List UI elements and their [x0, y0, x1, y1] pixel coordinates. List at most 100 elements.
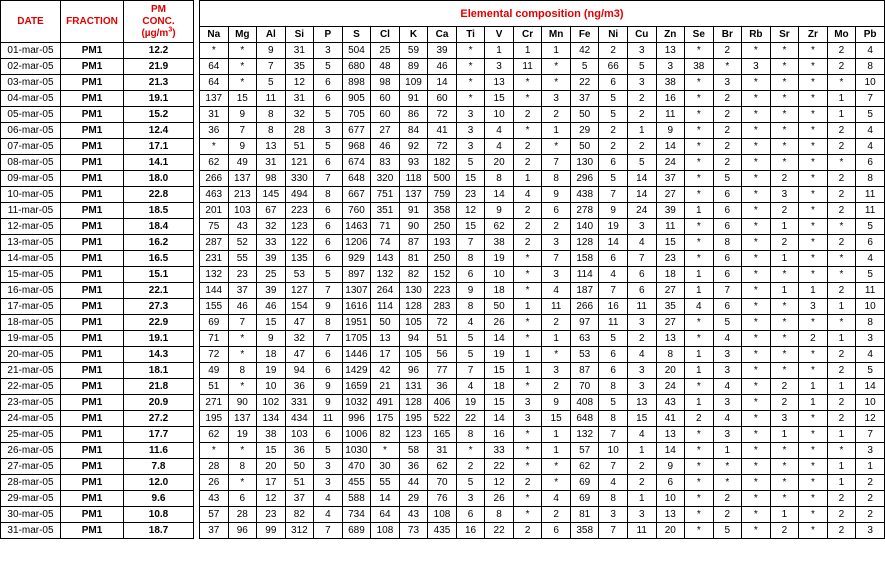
- element-value-cell: 358: [569, 522, 600, 539]
- element-value-cell: 6: [313, 250, 343, 267]
- element-value-cell: 4: [855, 250, 885, 267]
- table-row: 10-mar-05 PM1 22.8: [0, 186, 194, 203]
- element-value-cell: 35: [284, 58, 315, 75]
- element-value-cell: 82: [284, 506, 315, 523]
- fraction-cell: PM1: [60, 42, 124, 59]
- pm-conc-cell: 19.1: [123, 90, 194, 107]
- element-value-cell: 36: [427, 378, 457, 395]
- pm-conc-cell: 22.1: [123, 282, 194, 299]
- element-value-cell: 33: [256, 234, 286, 251]
- element-value-cell: 38: [684, 58, 714, 75]
- pm-conc-cell: 18.5: [123, 202, 194, 219]
- element-value-cell: 128: [398, 394, 429, 411]
- element-value-cell: 4: [712, 330, 743, 347]
- element-value-cell: *: [684, 458, 714, 475]
- element-value-cell: 35: [655, 298, 686, 315]
- table-row: 15-mar-05 PM1 15.1: [0, 266, 194, 283]
- element-value-cell: 14: [855, 378, 885, 395]
- element-value-cell: 4: [541, 282, 571, 299]
- element-value-cell: 2: [512, 522, 543, 539]
- element-value-cell: *: [769, 442, 800, 459]
- element-value-cell: 648: [569, 410, 600, 427]
- element-value-cell: 46: [427, 58, 457, 75]
- element-value-cell: *: [684, 42, 714, 59]
- element-value-cell: 137: [398, 186, 429, 203]
- pm-unit-prefix: (µg/m: [141, 27, 169, 39]
- element-value-cell: 1: [826, 330, 857, 347]
- element-value-cell: 130: [569, 154, 600, 171]
- element-value-cell: 1705: [341, 330, 372, 347]
- pm-header-line2: CONC.: [142, 15, 175, 27]
- element-value-cell: *: [798, 490, 828, 507]
- element-value-cell: 6: [712, 218, 743, 235]
- element-value-cell: 588: [341, 490, 372, 507]
- element-value-cell: 1: [541, 426, 571, 443]
- element-value-cell: 2: [826, 186, 857, 203]
- element-value-cell: 29: [569, 122, 600, 139]
- fraction-cell: PM1: [60, 218, 124, 235]
- element-value-cell: 38: [655, 74, 686, 91]
- element-value-cell: 1: [798, 394, 828, 411]
- element-value-cell: 7: [598, 522, 628, 539]
- element-value-cell: 1030: [341, 442, 372, 459]
- element-value-cell: 98: [370, 74, 400, 91]
- element-value-cell: 5: [855, 362, 885, 379]
- element-value-cell: 114: [370, 298, 400, 315]
- element-value-cell: 1: [512, 362, 543, 379]
- element-value-cell: 13: [655, 42, 686, 59]
- element-value-cell: 2: [512, 218, 543, 235]
- element-value-cell: 94: [284, 362, 315, 379]
- pm-conc-cell: 11.6: [123, 442, 194, 459]
- fraction-cell: PM1: [60, 186, 124, 203]
- element-value-cell: 20: [655, 362, 686, 379]
- element-value-cell: *: [370, 442, 400, 459]
- element-value-cell: 16: [455, 522, 486, 539]
- element-value-cell: 33: [484, 442, 514, 459]
- element-value-cell: 28: [284, 122, 315, 139]
- element-value-cell: 72: [427, 106, 457, 123]
- element-value-cell: 1: [626, 490, 657, 507]
- element-value-cell: 19: [484, 250, 514, 267]
- element-value-cell: 8: [598, 490, 628, 507]
- element-value-cell: *: [684, 474, 714, 491]
- element-value-cell: 312: [284, 522, 315, 539]
- date-cell: 26-mar-05: [0, 442, 61, 459]
- table-row: 24-mar-05 PM1 27.2: [0, 410, 194, 427]
- element-value-cell: 1: [684, 282, 714, 299]
- element-value-cell: *: [798, 250, 828, 267]
- element-value-cell: 19: [455, 394, 486, 411]
- element-value-cell: 97: [569, 314, 600, 331]
- table-row: 36 7 8 28 3 677 27 84 41 3 4 * 1 29 2 1 9 * 2 * * * 2 4: [199, 122, 885, 139]
- date-cell: 01-mar-05: [0, 42, 61, 59]
- element-value-cell: 15: [541, 410, 571, 427]
- element-value-cell: 8: [484, 506, 514, 523]
- element-value-cell: 15: [455, 218, 486, 235]
- element-value-cell: 8: [227, 362, 258, 379]
- element-value-cell: 128: [569, 234, 600, 251]
- pm-conc-cell: 21.3: [123, 74, 194, 91]
- element-value-cell: 10: [256, 378, 286, 395]
- element-value-cell: 47: [284, 314, 315, 331]
- element-value-cell: 14: [484, 186, 514, 203]
- element-value-cell: 140: [569, 218, 600, 235]
- element-value-cell: 9: [227, 138, 258, 155]
- element-value-cell: 14: [626, 186, 657, 203]
- element-value-cell: 108: [427, 506, 457, 523]
- table-row: 137 15 11 31 6 905 60 91 60 * 15 * 3 37 5 2 16 * 2 * * * 1 7: [199, 90, 885, 107]
- element-value-cell: 10: [855, 394, 885, 411]
- element-header: Al: [256, 26, 286, 43]
- element-value-cell: 3: [626, 74, 657, 91]
- element-value-cell: 53: [284, 266, 315, 283]
- table-row: 20-mar-05 PM1 14.3: [0, 346, 194, 363]
- element-value-cell: 130: [398, 282, 429, 299]
- pm-conc-cell: 7.8: [123, 458, 194, 475]
- element-value-cell: 7: [455, 362, 486, 379]
- element-value-cell: *: [512, 330, 543, 347]
- element-value-cell: *: [741, 298, 771, 315]
- element-value-cell: 7: [541, 250, 571, 267]
- element-header: Rb: [741, 26, 771, 43]
- element-value-cell: 2: [626, 106, 657, 123]
- table-row: 195 137 134 434 11 996 175 195 522 22 14 3 15 648 8 15 4…: [199, 410, 885, 427]
- table-row: 144 37 39 127 7 1307 264 130 223 9 18 * 4 187 7 6 27 1 7 * 1…: [199, 282, 885, 299]
- element-value-cell: 2: [455, 458, 486, 475]
